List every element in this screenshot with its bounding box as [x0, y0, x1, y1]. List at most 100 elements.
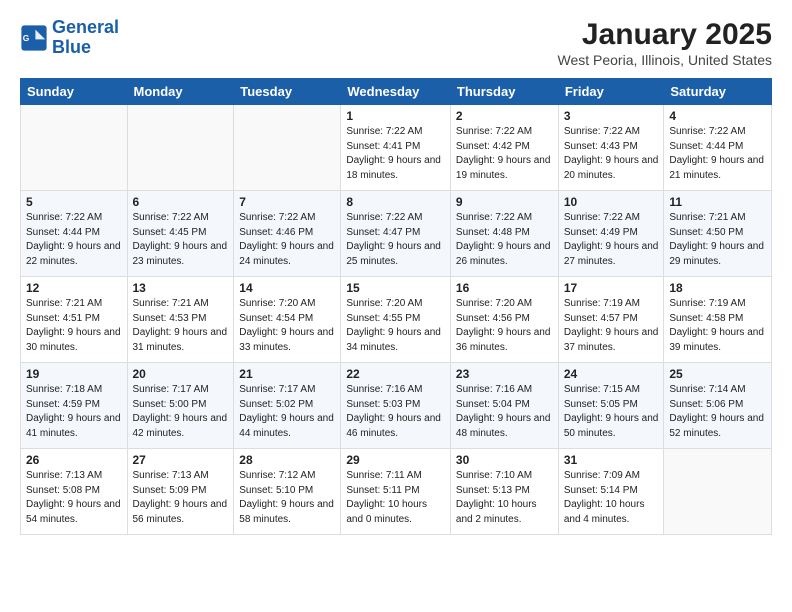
logo-blue: Blue [52, 37, 91, 57]
day-number: 31 [564, 453, 659, 467]
day-number: 6 [133, 195, 229, 209]
calendar-cell-w2-d6: 11 Sunrise: 7:21 AM Sunset: 4:50 PM Dayli… [664, 191, 772, 277]
calendar-cell-w2-d2: 7Sunrise: 7:22 AM Sunset: 4:46 PM Daylig… [234, 191, 341, 277]
day-number: 25 [669, 367, 766, 381]
day-number: 23 [456, 367, 553, 381]
calendar-cell-w4-d0: 19Sunrise: 7:18 AM Sunset: 4:59 PM Dayli… [21, 363, 128, 449]
logo-icon: G [20, 24, 48, 52]
svg-text:G: G [23, 33, 30, 43]
calendar-cell-w5-d3: 29Sunrise: 7:11 AM Sunset: 5:11 PM Dayli… [341, 449, 451, 535]
calendar-cell-w4-d4: 23 Sunrise: 7:16 AM Sunset: 5:04 PM Dayli… [450, 363, 558, 449]
day-number: 17 [564, 281, 659, 295]
week-row-5: 26 Sunrise: 7:13 AM Sunset: 5:08 PM Dayli… [21, 449, 772, 535]
calendar-cell-w3-d2: 14 Sunrise: 7:20 AM Sunset: 4:54 PM Dayli… [234, 277, 341, 363]
day-info: Sunrise: 7:19 AM Sunset: 4:57 PM Dayligh… [564, 297, 659, 355]
calendar-cell-w3-d3: 15 Sunrise: 7:20 AM Sunset: 4:55 PM Dayli… [341, 277, 451, 363]
day-info: Sunrise: 7:09 AM Sunset: 5:14 PM Dayligh… [564, 469, 659, 527]
calendar-cell-w1-d0 [21, 105, 128, 191]
day-info: Sunrise: 7:20 AM Sunset: 4:54 PM Dayligh… [239, 297, 335, 355]
day-number: 11 [669, 195, 766, 209]
calendar-cell-w4-d5: 24 Sunrise: 7:15 AM Sunset: 5:05 PM Dayli… [558, 363, 664, 449]
calendar-header-row: Sunday Monday Tuesday Wednesday Thursday… [21, 79, 772, 105]
logo-general: General [52, 17, 119, 37]
week-row-1: 1Sunrise: 7:22 AM Sunset: 4:41 PM Daylig… [21, 105, 772, 191]
calendar-cell-w5-d1: 27 Sunrise: 7:13 AM Sunset: 5:09 PM Dayli… [127, 449, 234, 535]
day-number: 5 [26, 195, 122, 209]
day-info: Sunrise: 7:13 AM Sunset: 5:09 PM Dayligh… [133, 469, 229, 527]
calendar-cell-w2-d4: 9Sunrise: 7:22 AM Sunset: 4:48 PM Daylig… [450, 191, 558, 277]
day-info: Sunrise: 7:22 AM Sunset: 4:45 PM Dayligh… [133, 211, 229, 269]
header: G General Blue January 2025 West Peoria,… [20, 18, 772, 68]
day-info: Sunrise: 7:14 AM Sunset: 5:06 PM Dayligh… [669, 383, 766, 441]
calendar-cell-w4-d6: 25 Sunrise: 7:14 AM Sunset: 5:06 PM Dayli… [664, 363, 772, 449]
day-info: Sunrise: 7:15 AM Sunset: 5:05 PM Dayligh… [564, 383, 659, 441]
day-number: 27 [133, 453, 229, 467]
th-friday: Friday [558, 79, 664, 105]
calendar-cell-w2-d0: 5 Sunrise: 7:22 AM Sunset: 4:44 PM Daylig… [21, 191, 128, 277]
calendar-cell-w3-d1: 13Sunrise: 7:21 AM Sunset: 4:53 PM Dayli… [127, 277, 234, 363]
day-number: 10 [564, 195, 659, 209]
calendar-cell-w2-d3: 8 Sunrise: 7:22 AM Sunset: 4:47 PM Daylig… [341, 191, 451, 277]
day-info: Sunrise: 7:22 AM Sunset: 4:47 PM Dayligh… [346, 211, 445, 269]
calendar-cell-w1-d4: 2Sunrise: 7:22 AM Sunset: 4:42 PM Daylig… [450, 105, 558, 191]
day-info: Sunrise: 7:17 AM Sunset: 5:00 PM Dayligh… [133, 383, 229, 441]
day-number: 20 [133, 367, 229, 381]
day-number: 24 [564, 367, 659, 381]
day-info: Sunrise: 7:10 AM Sunset: 5:13 PM Dayligh… [456, 469, 553, 527]
calendar-cell-w1-d2 [234, 105, 341, 191]
day-info: Sunrise: 7:22 AM Sunset: 4:44 PM Dayligh… [669, 125, 766, 183]
day-number: 12 [26, 281, 122, 295]
page: G General Blue January 2025 West Peoria,… [0, 0, 792, 545]
calendar-cell-w3-d0: 12 Sunrise: 7:21 AM Sunset: 4:51 PM Dayli… [21, 277, 128, 363]
day-info: Sunrise: 7:21 AM Sunset: 4:51 PM Dayligh… [26, 297, 122, 355]
day-number: 4 [669, 109, 766, 123]
th-saturday: Saturday [664, 79, 772, 105]
day-number: 29 [346, 453, 445, 467]
day-info: Sunrise: 7:22 AM Sunset: 4:46 PM Dayligh… [239, 211, 335, 269]
day-number: 15 [346, 281, 445, 295]
calendar-cell-w5-d4: 30Sunrise: 7:10 AM Sunset: 5:13 PM Dayli… [450, 449, 558, 535]
title-block: January 2025 West Peoria, Illinois, Unit… [557, 18, 772, 68]
day-number: 3 [564, 109, 659, 123]
day-info: Sunrise: 7:22 AM Sunset: 4:48 PM Dayligh… [456, 211, 553, 269]
calendar-cell-w3-d5: 17 Sunrise: 7:19 AM Sunset: 4:57 PM Dayli… [558, 277, 664, 363]
week-row-3: 12 Sunrise: 7:21 AM Sunset: 4:51 PM Dayli… [21, 277, 772, 363]
day-number: 18 [669, 281, 766, 295]
day-info: Sunrise: 7:22 AM Sunset: 4:44 PM Dayligh… [26, 211, 122, 269]
day-number: 14 [239, 281, 335, 295]
day-number: 1 [346, 109, 445, 123]
day-info: Sunrise: 7:22 AM Sunset: 4:42 PM Dayligh… [456, 125, 553, 183]
day-info: Sunrise: 7:21 AM Sunset: 4:50 PM Dayligh… [669, 211, 766, 269]
day-info: Sunrise: 7:16 AM Sunset: 5:04 PM Dayligh… [456, 383, 553, 441]
day-info: Sunrise: 7:13 AM Sunset: 5:08 PM Dayligh… [26, 469, 122, 527]
calendar-cell-w5-d6 [664, 449, 772, 535]
day-info: Sunrise: 7:20 AM Sunset: 4:56 PM Dayligh… [456, 297, 553, 355]
calendar-cell-w3-d6: 18Sunrise: 7:19 AM Sunset: 4:58 PM Dayli… [664, 277, 772, 363]
calendar-cell-w4-d1: 20 Sunrise: 7:17 AM Sunset: 5:00 PM Dayli… [127, 363, 234, 449]
calendar-cell-w5-d2: 28Sunrise: 7:12 AM Sunset: 5:10 PM Dayli… [234, 449, 341, 535]
calendar-cell-w4-d2: 21Sunrise: 7:17 AM Sunset: 5:02 PM Dayli… [234, 363, 341, 449]
logo: G General Blue [20, 18, 119, 58]
calendar-cell-w2-d1: 6 Sunrise: 7:22 AM Sunset: 4:45 PM Daylig… [127, 191, 234, 277]
week-row-2: 5 Sunrise: 7:22 AM Sunset: 4:44 PM Daylig… [21, 191, 772, 277]
week-row-4: 19Sunrise: 7:18 AM Sunset: 4:59 PM Dayli… [21, 363, 772, 449]
day-info: Sunrise: 7:17 AM Sunset: 5:02 PM Dayligh… [239, 383, 335, 441]
calendar-cell-w5-d5: 31 Sunrise: 7:09 AM Sunset: 5:14 PM Dayli… [558, 449, 664, 535]
calendar-title: January 2025 [557, 18, 772, 52]
calendar-cell-w1-d5: 3 Sunrise: 7:22 AM Sunset: 4:43 PM Daylig… [558, 105, 664, 191]
day-info: Sunrise: 7:20 AM Sunset: 4:55 PM Dayligh… [346, 297, 445, 355]
day-number: 19 [26, 367, 122, 381]
th-wednesday: Wednesday [341, 79, 451, 105]
day-info: Sunrise: 7:21 AM Sunset: 4:53 PM Dayligh… [133, 297, 229, 355]
calendar-cell-w4-d3: 22Sunrise: 7:16 AM Sunset: 5:03 PM Dayli… [341, 363, 451, 449]
calendar-cell-w1-d1 [127, 105, 234, 191]
calendar-cell-w3-d4: 16Sunrise: 7:20 AM Sunset: 4:56 PM Dayli… [450, 277, 558, 363]
logo-text: General Blue [52, 18, 119, 58]
day-number: 26 [26, 453, 122, 467]
day-info: Sunrise: 7:22 AM Sunset: 4:43 PM Dayligh… [564, 125, 659, 183]
day-number: 8 [346, 195, 445, 209]
day-info: Sunrise: 7:12 AM Sunset: 5:10 PM Dayligh… [239, 469, 335, 527]
day-number: 22 [346, 367, 445, 381]
calendar-subtitle: West Peoria, Illinois, United States [557, 52, 772, 68]
th-sunday: Sunday [21, 79, 128, 105]
